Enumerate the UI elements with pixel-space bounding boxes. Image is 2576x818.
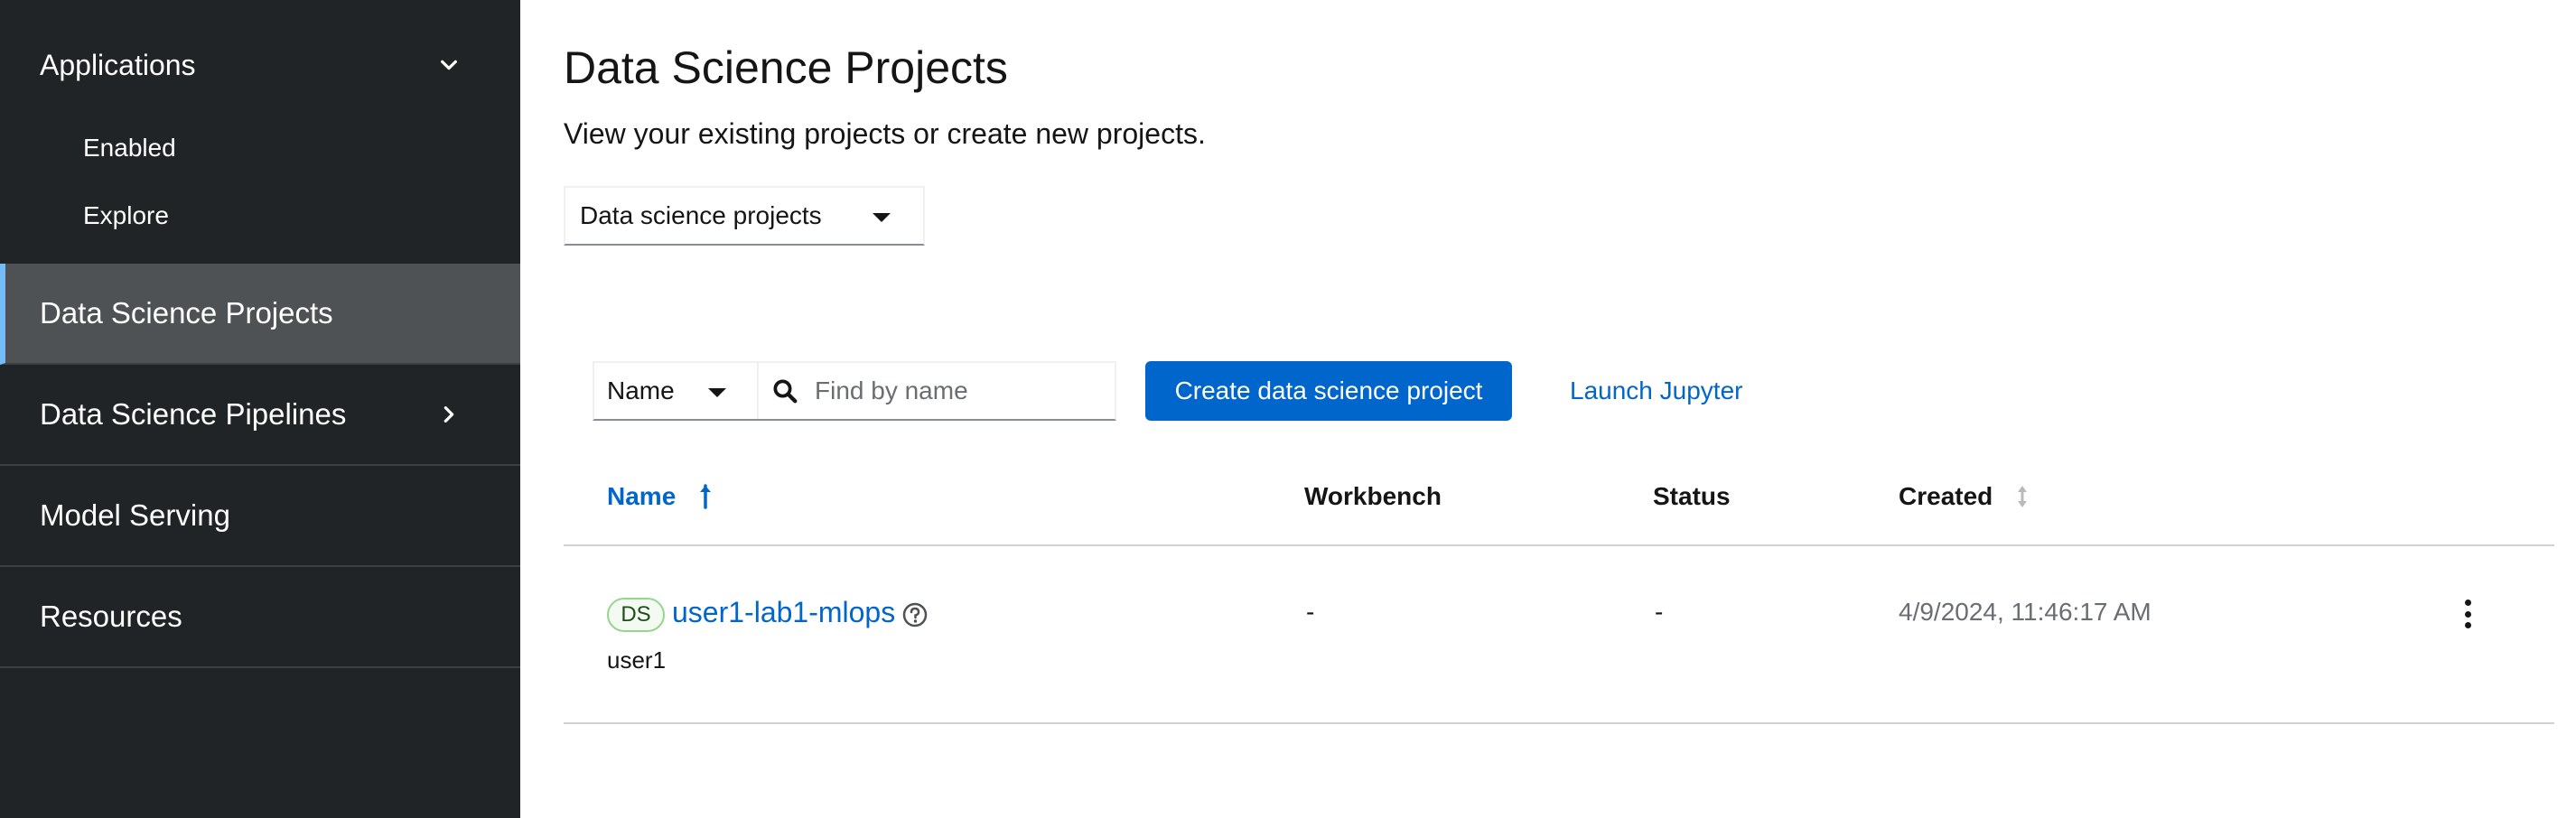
kebab-dot: [2464, 600, 2471, 606]
project-type-badge: DS: [607, 598, 665, 632]
kebab-dot: [2464, 610, 2471, 618]
chevron-down-icon: [441, 60, 457, 70]
sidebar-group-label: Applications: [40, 48, 196, 81]
filter-attribute-value: Name: [607, 376, 675, 404]
column-header-status: Status: [1653, 482, 1731, 510]
chevron-right-icon: [443, 406, 454, 423]
sidebar-nav: Applications Enabled Explore Data Scienc…: [0, 0, 520, 818]
column-header-workbench: Workbench: [1304, 482, 1442, 510]
filter-attribute-select[interactable]: Name: [594, 363, 759, 419]
search-icon: [773, 379, 798, 404]
project-type-select-value: Data science projects: [580, 201, 822, 229]
workbench-cell: -: [1306, 598, 1315, 626]
status-cell: -: [1655, 598, 1664, 626]
project-name-link[interactable]: user1-lab1-mlops: [672, 596, 895, 629]
created-cell: 4/9/2024, 11:46:17 AM: [1899, 598, 2151, 626]
table-header-divider: [564, 544, 2554, 546]
search-input[interactable]: [759, 363, 1115, 419]
caret-down-icon: [873, 213, 891, 222]
help-icon[interactable]: [901, 601, 929, 628]
sidebar-item-label: Data Science Projects: [40, 296, 333, 330]
caret-down-icon: [708, 388, 726, 397]
sidebar-item-model-serving[interactable]: Model Serving: [0, 466, 520, 567]
filter-toolbar: Name: [593, 361, 1116, 421]
sidebar-item-data-science-projects[interactable]: Data Science Projects: [0, 264, 520, 365]
column-header-label: Name: [607, 482, 677, 510]
sidebar-item-label: Data Science Pipelines: [40, 397, 347, 431]
column-header-created[interactable]: Created: [1899, 479, 2030, 515]
page-description: View your existing projects or create ne…: [564, 117, 1206, 150]
sidebar-item-resources[interactable]: Resources: [0, 567, 520, 668]
project-owner: user1: [607, 646, 667, 674]
column-header-name[interactable]: Name: [607, 479, 714, 515]
page-title: Data Science Projects: [564, 42, 1008, 93]
sidebar-item-enabled[interactable]: Enabled: [83, 134, 176, 163]
sidebar-item-label: Model Serving: [40, 498, 230, 532]
search-box: [759, 363, 1115, 419]
project-type-select[interactable]: Data science projects: [564, 186, 925, 246]
sidebar-item-data-science-pipelines[interactable]: Data Science Pipelines: [0, 365, 520, 466]
column-header-label: Created: [1899, 482, 1993, 510]
sort-icon: [2018, 486, 2028, 507]
sort-ascending-icon: [700, 484, 712, 509]
launch-jupyter-link[interactable]: Launch Jupyter: [1570, 361, 1742, 421]
table-row-divider: [564, 722, 2554, 724]
create-project-button[interactable]: Create data science project: [1145, 361, 1512, 421]
sidebar-item-label: Resources: [40, 600, 182, 633]
kebab-menu-icon[interactable]: [2457, 596, 2478, 632]
kebab-dot: [2464, 622, 2471, 628]
sidebar-group-applications[interactable]: Applications: [0, 27, 520, 103]
sidebar-item-explore[interactable]: Explore: [83, 201, 169, 230]
